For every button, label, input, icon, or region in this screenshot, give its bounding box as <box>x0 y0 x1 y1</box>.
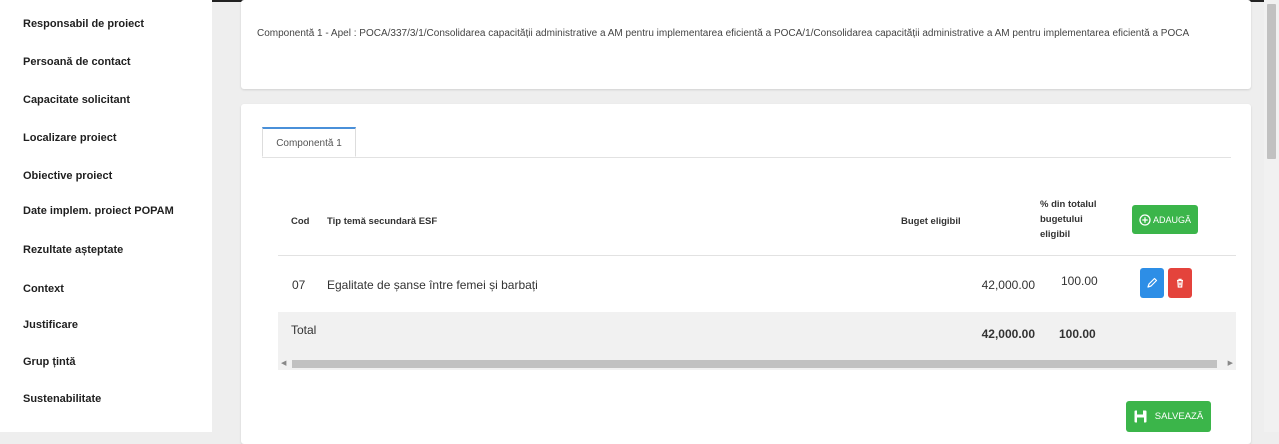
edit-button[interactable] <box>1140 268 1164 298</box>
cell-theme: Egalitate de șanse între femei și barbaț… <box>327 278 538 292</box>
column-header-percent-line2: bugetului <box>1040 214 1083 225</box>
scroll-right-icon[interactable]: ▶ <box>1228 360 1233 368</box>
column-header-percent-line1: % din totalul <box>1040 199 1097 210</box>
table-horizontal-scrollbar[interactable]: ◀ ▶ <box>278 358 1236 370</box>
component-table-card: Componentă 1 Cod Tip temă secundară ESF … <box>241 104 1251 444</box>
sidebar-item-grup-tinta[interactable]: Grup țintă <box>23 356 76 368</box>
column-header-code: Cod <box>291 216 310 227</box>
sidebar-item-persoana-contact[interactable]: Persoană de contact <box>23 56 131 68</box>
component-description: Componentă 1 - Apel : POCA/337/3/1/Conso… <box>257 28 1190 39</box>
sidebar-item-date-implementare[interactable]: Date implem. proiect POPAM <box>23 205 174 217</box>
page-vertical-scrollbar[interactable] <box>1264 0 1279 432</box>
column-header-budget: Buget eligibil <box>901 216 961 227</box>
sidebar-nav: Responsabil de proiect Persoană de conta… <box>0 0 212 432</box>
pencil-icon <box>1147 277 1158 288</box>
add-button-label: ADAUGĂ <box>1152 214 1191 225</box>
tab-bar: Componentă 1 <box>262 127 1231 158</box>
total-percent: 100.00 <box>1059 327 1096 341</box>
trash-icon <box>1177 278 1183 288</box>
add-button[interactable]: ADAUGĂ <box>1132 205 1198 234</box>
total-label: Total <box>291 323 317 337</box>
cell-budget: 42,000.00 <box>981 278 1035 292</box>
total-budget: 42,000.00 <box>981 327 1035 341</box>
column-header-percent: % din totalul bugetului eligibil <box>1040 197 1096 242</box>
sidebar-item-obiective[interactable]: Obiective proiect <box>23 170 112 182</box>
sidebar-item-justificare[interactable]: Justificare <box>23 319 78 331</box>
sidebar-item-capacitate[interactable]: Capacitate solicitant <box>23 94 130 106</box>
save-button[interactable]: SALVEAZĂ <box>1126 401 1211 432</box>
column-header-theme: Tip temă secundară ESF <box>327 216 438 227</box>
delete-button[interactable] <box>1168 268 1192 298</box>
component-info-card: Componentă 1 - Apel : POCA/337/3/1/Conso… <box>241 0 1251 89</box>
sidebar-item-context[interactable]: Context <box>23 283 64 295</box>
column-header-percent-line3: eligibil <box>1040 229 1071 240</box>
vertical-scrollbar-thumb[interactable] <box>1267 4 1276 159</box>
sidebar-item-rezultate[interactable]: Rezultate așteptate <box>23 244 123 256</box>
cell-code: 07 <box>292 278 306 292</box>
table-header-divider <box>278 255 1236 256</box>
plus-circle-icon <box>1139 213 1151 226</box>
sidebar-item-responsabil[interactable]: Responsabil de proiect <box>23 18 144 30</box>
scroll-left-icon[interactable]: ◀ <box>281 360 286 368</box>
horizontal-scrollbar-thumb[interactable] <box>292 360 1217 368</box>
floppy-disk-icon <box>1134 410 1147 423</box>
cell-percent: 100.00 <box>1061 274 1098 288</box>
tab-componenta-1[interactable]: Componentă 1 <box>262 127 356 157</box>
main-content: Componentă 1 - Apel : POCA/337/3/1/Conso… <box>212 0 1279 444</box>
save-button-label: SALVEAZĂ <box>1154 411 1204 422</box>
sidebar-item-localizare[interactable]: Localizare proiect <box>23 132 117 144</box>
sidebar-item-sustenabilitate[interactable]: Sustenabilitate <box>23 393 101 405</box>
